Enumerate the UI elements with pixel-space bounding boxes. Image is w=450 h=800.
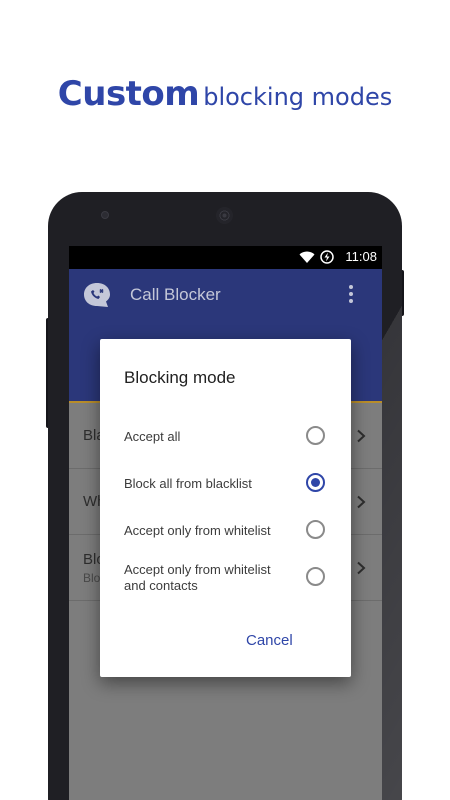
option-accept-all[interactable]: Accept all: [100, 425, 351, 465]
radio-button-selected[interactable]: [306, 473, 325, 492]
option-label: Block all from blacklist: [124, 476, 252, 491]
option-label-line2: and contacts: [124, 578, 198, 593]
list-item-subtitle: Blo: [83, 571, 101, 585]
headline-rest: blocking modes: [203, 83, 393, 111]
overflow-menu-icon[interactable]: [346, 282, 356, 306]
option-accept-whitelist-contacts[interactable]: Accept only from whitelist and contacts: [100, 562, 351, 602]
radio-button[interactable]: [306, 520, 325, 539]
radio-button[interactable]: [306, 567, 325, 586]
chevron-right-icon: [356, 495, 366, 514]
app-title: Call Blocker: [130, 285, 221, 304]
option-block-blacklist[interactable]: Block all from blacklist: [100, 472, 351, 512]
front-camera: [101, 211, 109, 219]
radio-button[interactable]: [306, 426, 325, 445]
cancel-button[interactable]: Cancel: [246, 632, 293, 649]
status-bar: 11:08: [69, 246, 382, 269]
blocking-mode-dialog: Blocking mode Accept all Block all from …: [100, 339, 351, 677]
headline-bold: Custom: [57, 74, 200, 114]
promo-headline: Custom blocking modes: [0, 74, 450, 114]
option-label: Accept only from whitelist: [124, 523, 271, 538]
earpiece-speaker: [216, 207, 233, 224]
battery-charging-icon: [320, 250, 334, 264]
chevron-right-icon: [356, 561, 366, 580]
option-accept-whitelist[interactable]: Accept only from whitelist: [100, 519, 351, 559]
status-time: 11:08: [345, 249, 377, 264]
promo-screen: Custom blocking modes 11:08 Call Blocker…: [0, 0, 450, 800]
option-label-line1: Accept only from whitelist: [124, 562, 271, 577]
call-blocker-logo-icon: [82, 281, 112, 309]
chevron-right-icon: [356, 429, 366, 448]
dialog-title: Blocking mode: [124, 368, 236, 387]
option-label: Accept all: [124, 429, 181, 444]
status-icons: [299, 250, 334, 264]
wifi-icon: [299, 251, 315, 264]
